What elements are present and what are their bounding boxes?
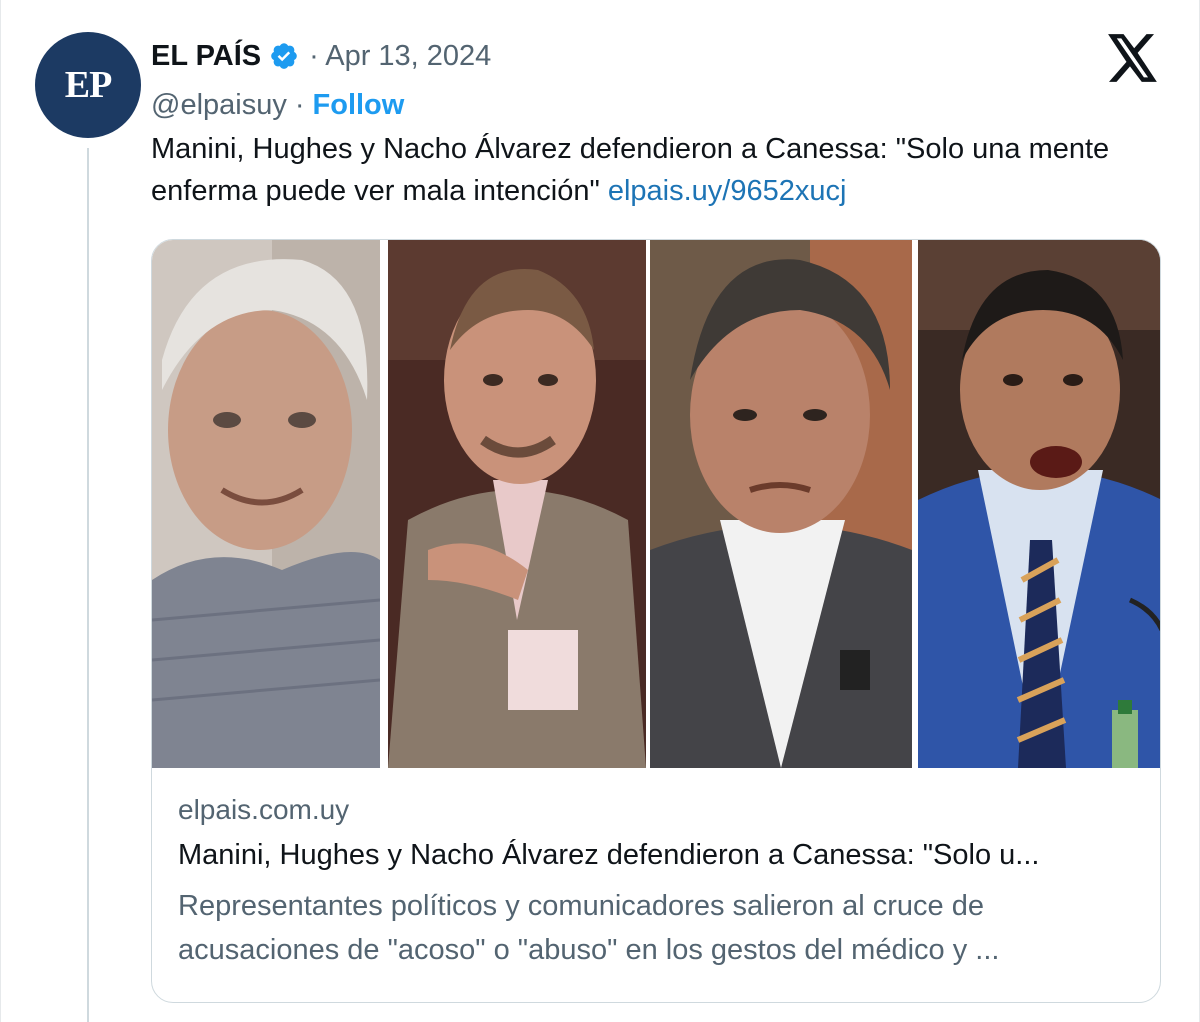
display-name[interactable]: EL PAÍS [151, 40, 261, 73]
follow-button[interactable]: Follow [313, 89, 405, 122]
tweet-link[interactable]: elpais.uy/9652xucj [608, 175, 847, 207]
thread-line [87, 148, 89, 1022]
card-image[interactable] [152, 240, 1160, 768]
card-meta: elpais.com.uy Manini, Hughes y Nacho Álv… [178, 788, 1138, 972]
tweet-date[interactable]: · Apr 13, 2024 [309, 40, 491, 73]
tweet-container[interactable]: EP EL PAÍS · Apr 13, 2024 @elpaisuy · Fo… [0, 0, 1200, 1022]
avatar-logo: EP [64, 64, 113, 106]
photo-man-speaking [918, 240, 1160, 768]
card-domain: elpais.com.uy [178, 794, 350, 825]
tweet-header: EL PAÍS · Apr 13, 2024 [151, 34, 491, 78]
photo-man-white-shirt [650, 240, 912, 768]
photo-elderly-man [152, 240, 380, 768]
card-description: Representantes políticos y comunicadores… [178, 890, 1000, 966]
tweet-text: Manini, Hughes y Nacho Álvarez defendier… [151, 128, 1161, 212]
photo-man-pointing [388, 240, 646, 768]
verified-badge-icon [269, 41, 299, 71]
avatar[interactable]: EP [35, 32, 141, 138]
card-title: Manini, Hughes y Nacho Álvarez defendier… [178, 839, 1040, 871]
handle[interactable]: @elpaisuy [151, 89, 287, 122]
handle-row: @elpaisuy · Follow [151, 84, 404, 126]
link-card[interactable]: elpais.com.uy Manini, Hughes y Nacho Álv… [151, 239, 1161, 1003]
x-logo-icon[interactable] [1107, 34, 1159, 82]
separator-dot: · [294, 88, 305, 121]
